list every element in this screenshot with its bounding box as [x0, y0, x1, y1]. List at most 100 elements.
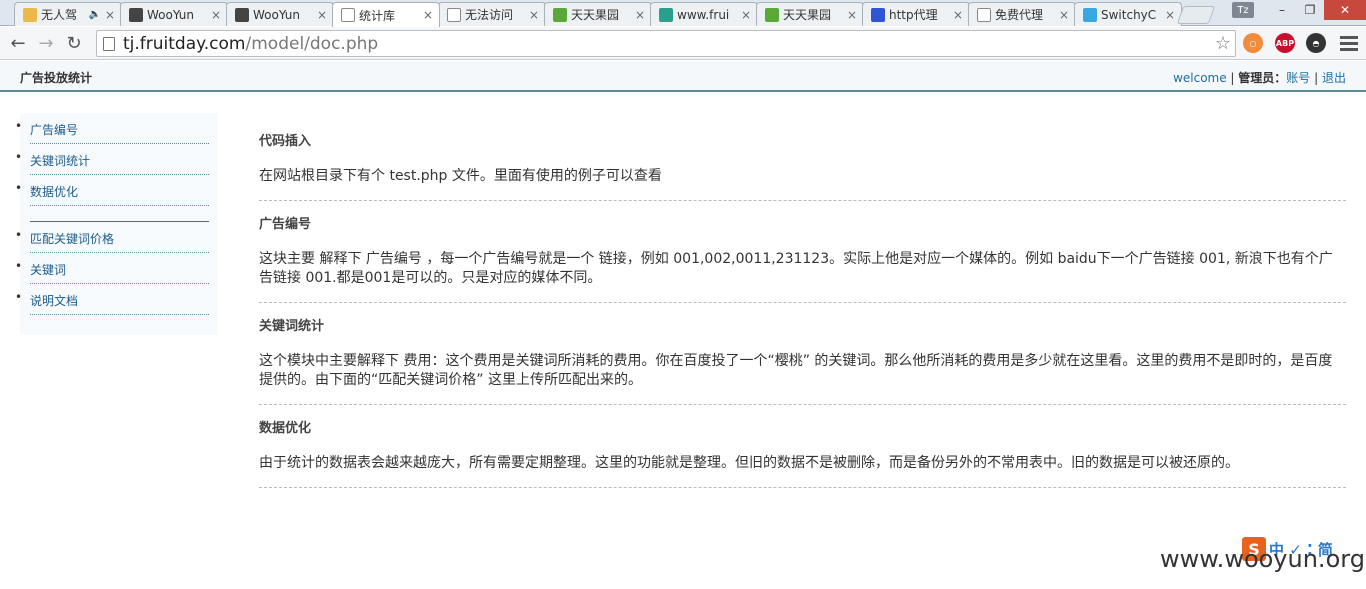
tab-close-icon[interactable]: × — [211, 8, 221, 22]
tab-title: SwitchyC — [1101, 7, 1157, 22]
browser-tab[interactable]: 无人驾 🔈 × — [14, 2, 122, 26]
section-body: 由于统计的数据表会越来越庞大，所有需要定期整理。这里的功能就是整理。但旧的数据不… — [259, 455, 1239, 471]
sidebar-divider — [30, 206, 209, 222]
mask-extension-icon[interactable]: ◓ — [1306, 33, 1326, 53]
browser-toolbar: ← → ↻ tj.fruitday.com/model/doc.php ☆ ○ A… — [0, 27, 1366, 60]
address-bar[interactable]: tj.fruitday.com/model/doc.php ☆ — [96, 30, 1236, 57]
tab-title: 天天果园 — [571, 8, 620, 22]
tab-close-icon[interactable]: × — [847, 8, 857, 22]
section-body: 在网站根目录下有个 test.php 文件。里面有使用的例子可以查看 — [259, 168, 662, 184]
tab-close-icon[interactable]: × — [529, 8, 539, 22]
account-link[interactable]: 账号 — [1286, 71, 1310, 85]
page-icon — [103, 36, 115, 51]
site-title: 广告投放统计 — [20, 71, 93, 85]
url-host: tj.fruitday.com — [123, 33, 246, 54]
back-arrow-icon[interactable]: ← — [6, 31, 30, 55]
browser-tab[interactable]: www.frui × — [650, 2, 758, 26]
sidebar-item-label[interactable]: 关键词统计 — [30, 152, 90, 169]
browser-tab[interactable]: 免费代理 × — [968, 2, 1076, 26]
tab-close-icon[interactable]: × — [105, 8, 115, 22]
profile-badge[interactable]: Tz — [1232, 2, 1254, 18]
sidebar-nav-group: 匹配关键词价格 关键词 说明文档 — [15, 222, 218, 315]
browser-tab[interactable]: 天天果园 × — [544, 2, 652, 26]
page-icon — [977, 7, 991, 22]
sidebar-item-docs[interactable]: 说明文档 — [15, 284, 209, 315]
sidebar-item-label[interactable]: 匹配关键词价格 — [30, 230, 114, 247]
tab-close-icon[interactable]: × — [1059, 8, 1069, 22]
forward-arrow-icon[interactable]: → — [34, 31, 58, 55]
ring-extension-icon[interactable]: ○ — [1243, 33, 1263, 53]
tab-title: www.frui — [677, 7, 730, 22]
globe-icon — [659, 7, 673, 22]
logout-link[interactable]: 退出 — [1322, 71, 1346, 85]
doc-section-keyword-stats: 关键词统计 这个模块中主要解释下 费用：这个费用是关键词所消耗的费用。你在百度投… — [259, 303, 1346, 405]
url-text[interactable]: tj.fruitday.com/model/doc.php — [123, 34, 378, 54]
new-tab-button[interactable] — [1176, 6, 1216, 24]
tab-close-icon[interactable]: × — [317, 8, 327, 22]
welcome-link[interactable]: welcome — [1173, 71, 1227, 85]
sidebar-item-label[interactable]: 说明文档 — [30, 292, 78, 309]
tab-title: 统计库 — [359, 8, 396, 23]
sidebar-item-label[interactable]: 关键词 — [30, 261, 66, 278]
notebook-icon — [23, 7, 37, 22]
doc-content: 代码插入 在网站根目录下有个 test.php 文件。里面有使用的例子可以查看 … — [259, 118, 1346, 488]
page-icon — [341, 8, 355, 22]
tab-close-icon[interactable]: × — [423, 8, 433, 22]
section-body: 这块主要 解释下 广告编号 ，每一个广告编号就是一个 链接，例如 001,002… — [259, 251, 1333, 286]
wooyun-icon — [235, 7, 249, 22]
baidu-icon — [871, 7, 885, 22]
tab-title: http代理 — [889, 8, 938, 22]
doc-section-data-optimize: 数据优化 由于统计的数据表会越来越庞大，所有需要定期整理。这里的功能就是整理。但… — [259, 405, 1346, 488]
tab-title: 天天果园 — [783, 8, 832, 22]
browser-tab[interactable]: WooYun × — [120, 2, 228, 26]
role-label: 管理员： — [1238, 71, 1287, 85]
tab-title: 无人驾 — [41, 8, 78, 22]
sidebar-nav-group: 广告编号 关键词统计 数据优化 — [15, 113, 218, 206]
chrome-menu-icon[interactable] — [1340, 33, 1358, 53]
separator: | — [1226, 71, 1239, 85]
fruitday-icon — [553, 7, 567, 22]
maximize-button[interactable]: ❐ — [1296, 0, 1324, 20]
sidebar-item-keyword-stats[interactable]: 关键词统计 — [15, 144, 209, 175]
section-title: 广告编号 — [259, 217, 312, 232]
adblock-icon[interactable]: ABP — [1275, 33, 1295, 53]
browser-tab[interactable]: SwitchyC × — [1074, 2, 1182, 26]
user-bar: welcome | 管理员：账号 | 退出 — [1173, 69, 1346, 86]
separator: | — [1310, 71, 1322, 85]
tab-title: 免费代理 — [995, 8, 1044, 22]
sidebar-item-ad-number[interactable]: 广告编号 — [15, 113, 209, 144]
url-path: /model/doc.php — [245, 33, 379, 54]
browser-tab[interactable]: WooYun × — [226, 2, 334, 26]
browser-tab[interactable]: http代理 × — [862, 2, 970, 26]
watermark: www.wooyun.org — [1160, 545, 1365, 573]
tab-close-icon[interactable]: × — [635, 8, 645, 22]
doc-section-code-insert: 代码插入 在网站根目录下有个 test.php 文件。里面有使用的例子可以查看 — [259, 118, 1346, 201]
tab-title: WooYun — [253, 7, 301, 22]
sidebar-item-label[interactable]: 广告编号 — [30, 121, 78, 138]
tab-title: WooYun — [147, 7, 195, 22]
fruitday-icon — [765, 7, 779, 22]
doc-section-ad-number: 广告编号 这块主要 解释下 广告编号 ，每一个广告编号就是一个 链接，例如 00… — [259, 201, 1346, 303]
tab-close-icon[interactable]: × — [953, 8, 963, 22]
browser-tab[interactable]: 无法访问 × — [438, 2, 546, 26]
sidebar-item-data-optimize[interactable]: 数据优化 — [15, 175, 209, 206]
speaker-icon[interactable]: 🔈 — [88, 9, 100, 20]
sidebar-item-match-keyword-price[interactable]: 匹配关键词价格 — [15, 222, 209, 253]
close-window-button[interactable]: ✕ — [1324, 0, 1366, 20]
sidebar-item-keywords[interactable]: 关键词 — [15, 253, 209, 284]
browser-tab[interactable]: 统计库 × — [332, 2, 440, 27]
page-header: 广告投放统计 welcome | 管理员：账号 | 退出 — [0, 61, 1366, 92]
tab-close-icon[interactable]: × — [741, 8, 751, 22]
switchy-icon — [1083, 7, 1097, 22]
minimize-button[interactable]: – — [1268, 0, 1296, 20]
sidebar: 广告编号 关键词统计 数据优化 匹配关键词价格 关键词 说明文档 — [15, 113, 218, 335]
section-title: 关键词统计 — [259, 319, 325, 334]
reload-icon[interactable]: ↻ — [62, 31, 86, 55]
wooyun-icon — [129, 7, 143, 22]
tab-strip: 无人驾 🔈 × WooYun × WooYun × 统计库 × 无法访问 × 天天果园 × www.fru… — [0, 0, 1366, 27]
section-body: 这个模块中主要解释下 费用：这个费用是关键词所消耗的费用。你在百度投了一个“樱桃… — [259, 353, 1333, 388]
bookmark-star-icon[interactable]: ☆ — [1215, 33, 1231, 54]
sidebar-item-label[interactable]: 数据优化 — [30, 183, 78, 200]
tab-close-icon[interactable]: × — [1165, 8, 1175, 22]
browser-tab[interactable]: 天天果园 × — [756, 2, 864, 26]
